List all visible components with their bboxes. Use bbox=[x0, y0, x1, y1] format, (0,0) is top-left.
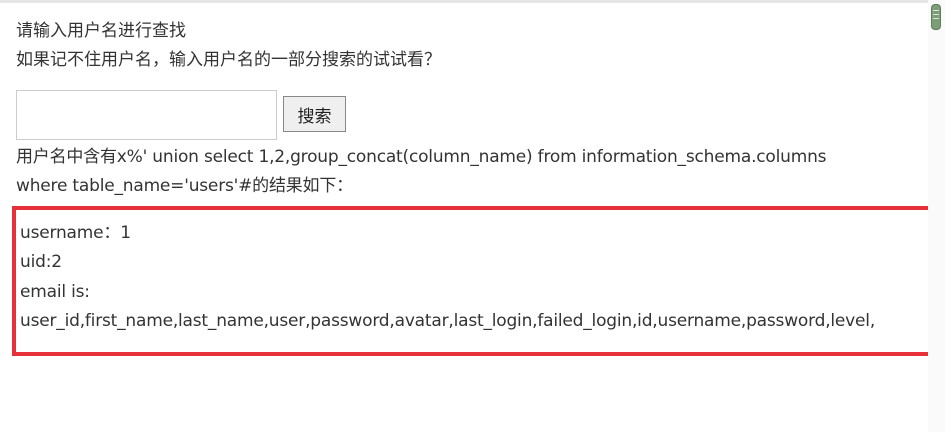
result-uid: uid:2 bbox=[20, 252, 62, 272]
result-email-label: email is: bbox=[20, 282, 90, 302]
search-button[interactable]: 搜索 bbox=[283, 96, 346, 132]
search-prompt: 请输入用户名进行查找 bbox=[16, 21, 186, 41]
query-summary-line-1: 用户名中含有x%' union select 1,2,group_concat(… bbox=[16, 147, 827, 167]
result-email-value: user_id,first_name,last_name,user,passwo… bbox=[20, 311, 876, 331]
result-highlight-box: username：1 uid:2 email is: user_id,first… bbox=[12, 206, 942, 356]
search-hint: 如果记不住用户名，输入用户名的一部分搜索的试试看？ bbox=[16, 50, 441, 70]
top-border bbox=[0, 0, 945, 3]
scrollbar-thumb[interactable] bbox=[931, 4, 941, 30]
vertical-scrollbar[interactable] bbox=[928, 0, 945, 432]
username-search-input[interactable] bbox=[16, 90, 277, 140]
result-username: username：1 bbox=[20, 223, 131, 243]
query-summary-line-2: where table_name='users'#的结果如下： bbox=[16, 176, 353, 196]
